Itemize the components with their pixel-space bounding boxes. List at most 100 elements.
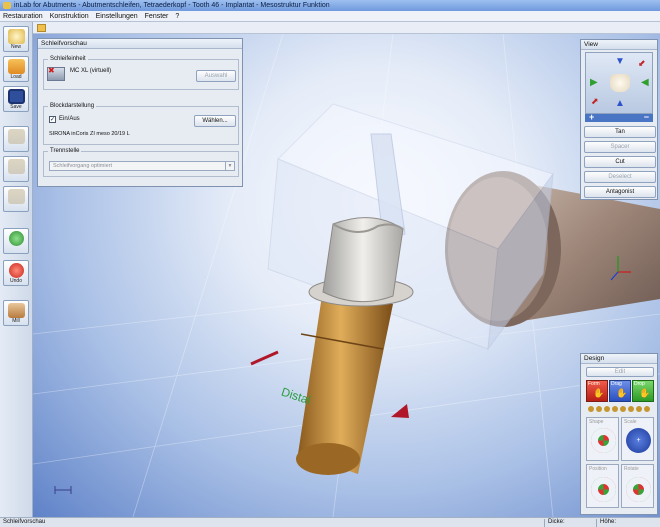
color-wheel-icon [626,477,651,502]
dot-icon[interactable] [636,406,642,412]
status-separator [596,519,597,527]
form-tool-label: Form [588,381,600,387]
edit-button[interactable]: Edit [586,367,654,377]
dot-icon[interactable] [628,406,634,412]
abutment-base [296,289,393,475]
view-panel: View ▼ ▲ ▶ ◀ ⬋ ⬈ + − Tan Spacer Cut Dese… [580,39,658,200]
floppy-disk-icon [8,89,25,104]
panel-title: Schleifvorschau [38,39,242,49]
view-top-arrow-icon[interactable]: ▼ [615,56,625,67]
zoom-bar: + − [585,112,653,122]
separation-value: Schleifvorgang optimiert [53,163,113,169]
grinding-preview-panel: Schleifvorschau Schleifeinheit ✖ MC XL (… [37,38,243,187]
mill-button[interactable]: Mill [3,300,29,326]
menu-einstellungen[interactable]: Einstellungen [96,11,138,21]
window-title: inLab for Abutments - Abutmentschleifen,… [14,2,330,9]
menu-help[interactable]: ? [175,11,179,21]
position-tool-button[interactable]: Position [586,464,619,508]
hand-icon: ✋ [616,388,628,398]
mill-icon [8,303,25,318]
dot-icon[interactable] [620,406,626,412]
load-button[interactable]: Load [3,56,29,82]
rotate-tool-button[interactable]: Rotate [621,464,654,508]
left-toolbar: New Load Save Undo Mill [0,22,33,517]
status-height: Höhe: [600,519,617,525]
save-button[interactable]: Save [3,86,29,112]
separation-label: Trennstelle [48,148,82,154]
choose-block-button[interactable]: Wählen... [194,115,236,127]
dot-icon[interactable] [596,406,602,412]
view-bottom-arrow-icon[interactable]: ▲ [615,98,625,109]
view-left-arrow-icon[interactable]: ▶ [590,77,598,88]
milling-block [267,103,554,351]
grinding-unit-group: Schleifeinheit ✖ MC XL (virtuell) Auswah… [43,56,239,90]
drop-tool-label: Drop [634,381,645,387]
design-panel-title: Design [581,354,657,364]
design-panel: Design Edit Form ✋ Drag ✋ Drop ✋ Shape S… [580,353,658,515]
tan-button[interactable]: Tan [584,126,656,138]
menu-restauration[interactable]: Restauration [3,11,43,21]
app-icon [3,2,11,9]
window-title-bar: inLab for Abutments - Abutmentschleifen,… [0,0,660,11]
spacer-button[interactable]: Spacer [584,141,656,153]
blue-dial-icon: + [626,428,651,453]
view-tr-arrow-icon[interactable]: ⬋ [638,58,646,69]
hand-icon: ✋ [639,388,651,398]
new-button[interactable]: New [3,26,29,52]
dot-icon[interactable] [604,406,610,412]
arrow-left-icon [9,263,24,278]
dot-icon[interactable] [644,406,650,412]
folder-icon [8,59,25,74]
gold-dots-row [586,405,654,413]
block-checkbox[interactable]: ✓ [49,116,56,123]
menu-konstruktion[interactable]: Konstruktion [50,11,89,21]
zoom-out-button[interactable]: − [644,112,649,122]
select-unit-button[interactable]: Auswahl [196,70,236,82]
rotate-tool-label: Rotate [624,466,639,472]
color-wheel-icon [591,477,616,502]
view-orientation-widget: ▼ ▲ ▶ ◀ ⬋ ⬈ [585,52,653,114]
block-checkbox-label: Ein/Aus [59,116,80,122]
status-separator [544,519,545,527]
block-name: SIRONA inCoris ZI meso 20/19 L [49,131,130,137]
drop-tool-button[interactable]: Drop ✋ [632,380,654,402]
drag-tool-button[interactable]: Drag ✋ [609,380,631,402]
new-icon [8,29,25,44]
status-bar: Schleifvorschau Dicke: Höhe: [0,517,660,527]
scale-bar [54,486,72,494]
drag-tool-label: Drag [611,381,622,387]
shape-tool-button[interactable]: Shape [586,417,619,461]
unit-name: MC XL (virtuell) [70,68,112,74]
scale-tool-button[interactable]: Scale + [621,417,654,461]
status-thickness: Dicke: [548,519,565,525]
tooth-tool-1-button[interactable] [3,126,29,152]
menu-fenster[interactable]: Fenster [145,11,169,21]
antagonist-button[interactable]: Antagonist [584,186,656,198]
undo-button[interactable]: Undo [3,260,29,286]
tooth-view-icon [610,74,630,92]
scale-tool-label: Scale [624,419,637,425]
cut-button[interactable]: Cut [584,156,656,168]
tooth-tool-2-button[interactable] [3,156,29,182]
zoom-in-button[interactable]: + [589,112,594,122]
view-right-arrow-icon[interactable]: ◀ [641,77,649,88]
shape-tool-label: Shape [589,419,604,425]
secondary-toolbar [33,22,660,34]
unit-error-icon: ✖ [48,66,55,75]
dot-icon[interactable] [612,406,618,412]
tool-row: Form ✋ Drag ✋ Drop ✋ [586,380,654,402]
dot-icon[interactable] [588,406,594,412]
tooth-icon [8,189,25,204]
block-display-group: Blockdarstellung ✓ Ein/Aus Wählen... SIR… [43,103,239,145]
form-tool-button[interactable]: Form ✋ [586,380,608,402]
open-folder-icon[interactable] [37,24,46,32]
block-display-label: Blockdarstellung [48,103,97,109]
tooth-icon [8,159,25,174]
deselect-button[interactable]: Deselect [584,171,656,183]
position-tool-label: Position [589,466,607,472]
next-step-button[interactable] [3,228,29,254]
view-bl-arrow-icon[interactable]: ⬈ [591,96,599,107]
separation-select[interactable]: Schleifvorgang optimiert ▼ [49,161,235,171]
tooth-tool-3-button[interactable] [3,186,29,212]
marker-left [250,350,279,366]
